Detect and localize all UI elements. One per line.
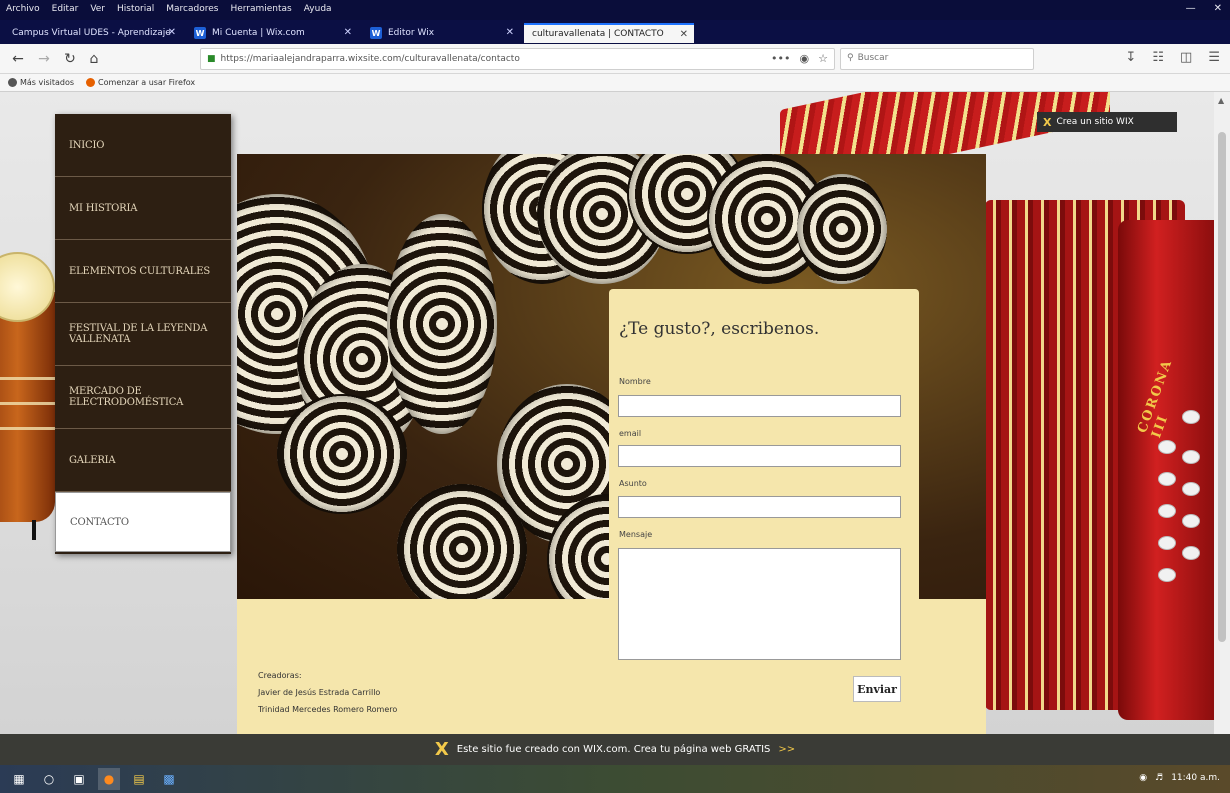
tray-volume-icon[interactable]: ♬ bbox=[1155, 773, 1163, 783]
browser-menubar: Archivo Editar Ver Historial Marcadores … bbox=[0, 0, 1230, 20]
firefox-icon bbox=[86, 78, 96, 87]
subject-field[interactable] bbox=[618, 496, 901, 518]
windows-start-icon[interactable]: ▦ bbox=[8, 768, 30, 790]
message-label: Mensaje bbox=[619, 530, 653, 539]
firefox-taskbar-icon[interactable]: ● bbox=[98, 768, 120, 790]
credits: Creadoras: Javier de Jesús Estrada Carri… bbox=[258, 667, 397, 718]
credits-heading: Creadoras: bbox=[258, 671, 302, 680]
clock[interactable]: 11:40 a.m. bbox=[1171, 773, 1220, 783]
drum-image bbox=[0, 252, 55, 552]
tab-label: Mi Cuenta | Wix.com bbox=[212, 28, 305, 38]
app-taskbar-icon[interactable]: ▩ bbox=[158, 768, 180, 790]
email-field[interactable] bbox=[618, 445, 901, 467]
tray-network-icon[interactable]: ◉ bbox=[1139, 773, 1147, 783]
email-label: email bbox=[619, 429, 642, 438]
wix-icon: W bbox=[194, 27, 206, 39]
menu-historial[interactable]: Historial bbox=[117, 4, 154, 14]
wix-logo-icon: X bbox=[434, 739, 449, 760]
hamburger-menu-icon[interactable]: ☰ bbox=[1208, 50, 1220, 65]
wix-logo-icon: X bbox=[1043, 115, 1052, 129]
contact-form: ¿Te gusto?, escribenos. Nombre email Asu… bbox=[609, 289, 919, 727]
bookmark-most-visited[interactable]: Más visitados bbox=[8, 78, 74, 87]
close-tab-icon[interactable]: ✕ bbox=[344, 27, 352, 38]
url-bar[interactable]: ■ https://mariaalejandraparra.wixsite.co… bbox=[200, 48, 835, 70]
tab-campus[interactable]: Campus Virtual UDES - Aprendizaje ✕ bbox=[4, 23, 182, 43]
reload-icon[interactable]: ↻ bbox=[60, 49, 80, 69]
file-explorer-icon[interactable]: ▤ bbox=[128, 768, 150, 790]
page-scrollbar[interactable]: ▲ bbox=[1214, 92, 1230, 734]
nav-item-elementos-culturales[interactable]: ELEMENTOS CULTURALES bbox=[55, 240, 231, 303]
wix-banner-link[interactable]: >> bbox=[778, 744, 795, 755]
wix-banner-text: Este sitio fue creado con WIX.com. Crea … bbox=[456, 744, 771, 755]
nav-item-inicio[interactable]: INICIO bbox=[55, 114, 231, 177]
form-title: ¿Te gusto?, escribenos. bbox=[619, 319, 820, 339]
menu-herramientas[interactable]: Herramientas bbox=[230, 4, 291, 14]
close-tab-icon[interactable]: ✕ bbox=[506, 27, 514, 38]
menu-marcadores[interactable]: Marcadores bbox=[166, 4, 218, 14]
search-placeholder: Buscar bbox=[857, 53, 889, 63]
search-input[interactable]: ⚲ Buscar bbox=[840, 48, 1034, 70]
menu-editar[interactable]: Editar bbox=[52, 4, 79, 14]
url-text: https://mariaalejandraparra.wixsite.com/… bbox=[220, 54, 520, 64]
cortana-icon[interactable]: ○ bbox=[38, 768, 60, 790]
windows-taskbar: ▦ ○ ▣ ● ▤ ▩ ◉ ♬ 11:40 a.m. bbox=[0, 765, 1230, 793]
wix-icon: W bbox=[370, 27, 382, 39]
gear-icon bbox=[8, 78, 17, 87]
nav-item-festival[interactable]: FESTIVAL DE LA LEYENDA VALLENATA bbox=[55, 303, 231, 366]
bookmarks-bar: Más visitados Comenzar a usar Firefox bbox=[0, 74, 1230, 92]
scrollbar-thumb[interactable] bbox=[1218, 132, 1226, 642]
tab-contacto[interactable]: culturavallenata | CONTACTO ✕ bbox=[524, 23, 694, 43]
tab-editor-wix[interactable]: W Editor Wix ✕ bbox=[362, 23, 520, 43]
forward-icon[interactable]: → bbox=[34, 49, 54, 69]
subject-label: Asunto bbox=[619, 479, 647, 488]
navigation-bar: ← → ↻ ⌂ ■ https://mariaalejandraparra.wi… bbox=[0, 44, 1230, 74]
search-icon: ⚲ bbox=[847, 53, 854, 63]
bookmark-getting-started[interactable]: Comenzar a usar Firefox bbox=[86, 78, 195, 87]
lock-icon: ■ bbox=[207, 54, 216, 64]
menu-archivo[interactable]: Archivo bbox=[6, 4, 40, 14]
download-icon[interactable]: ↧ bbox=[1125, 50, 1136, 65]
credit-person: Javier de Jesús Estrada Carrillo bbox=[258, 688, 381, 697]
wix-promo-banner[interactable]: X Este sitio fue creado con WIX.com. Cre… bbox=[0, 734, 1230, 765]
bookmark-star-icon[interactable]: ☆ bbox=[818, 52, 828, 65]
name-field[interactable] bbox=[618, 395, 901, 417]
nav-item-mercado[interactable]: MERCADO DE ELECTRODOMÉSTICA bbox=[55, 366, 231, 429]
create-wix-site-label: Crea un sitio WIX bbox=[1056, 117, 1134, 127]
tab-strip: Campus Virtual UDES - Aprendizaje ✕ W Mi… bbox=[0, 20, 1230, 61]
back-icon[interactable]: ← bbox=[8, 49, 28, 69]
web-page: CORONA III X Crea un sitio WIX INICIO MI… bbox=[0, 92, 1214, 734]
library-icon[interactable]: ☷ bbox=[1152, 50, 1164, 65]
close-tab-icon[interactable]: ✕ bbox=[680, 29, 688, 40]
credit-person: Trinidad Mercedes Romero Romero bbox=[258, 705, 398, 714]
menu-ayuda[interactable]: Ayuda bbox=[304, 4, 332, 14]
close-window-icon[interactable]: ✕ bbox=[1214, 3, 1222, 14]
tab-label: culturavallenata | CONTACTO bbox=[532, 29, 664, 39]
tab-label: Editor Wix bbox=[388, 28, 435, 38]
task-view-icon[interactable]: ▣ bbox=[68, 768, 90, 790]
create-wix-site-button[interactable]: X Crea un sitio WIX bbox=[1037, 112, 1177, 132]
pocket-icon[interactable]: ◉ bbox=[800, 52, 810, 65]
home-icon[interactable]: ⌂ bbox=[84, 49, 104, 69]
page-actions-icon[interactable]: ••• bbox=[771, 52, 790, 65]
nav-item-galeria[interactable]: GALERIA bbox=[55, 429, 231, 492]
name-label: Nombre bbox=[619, 377, 651, 386]
close-tab-icon[interactable]: ✕ bbox=[168, 27, 176, 38]
system-tray: ◉ ♬ 11:40 a.m. bbox=[1139, 773, 1220, 783]
nav-item-contacto[interactable]: CONTACTO bbox=[55, 492, 231, 552]
menu-ver[interactable]: Ver bbox=[90, 4, 105, 14]
scroll-up-icon[interactable]: ▲ bbox=[1218, 96, 1224, 105]
tab-mi-cuenta[interactable]: W Mi Cuenta | Wix.com ✕ bbox=[186, 23, 358, 43]
nav-item-mi-historia[interactable]: MI HISTORIA bbox=[55, 177, 231, 240]
site-navigation-menu: INICIO MI HISTORIA ELEMENTOS CULTURALES … bbox=[55, 114, 231, 554]
sidebar-icon[interactable]: ◫ bbox=[1180, 50, 1192, 65]
message-field[interactable] bbox=[618, 548, 901, 660]
tab-label: Campus Virtual UDES - Aprendizaje bbox=[12, 28, 171, 38]
send-button[interactable]: Enviar bbox=[853, 676, 901, 702]
minimize-icon[interactable]: — bbox=[1186, 3, 1196, 14]
